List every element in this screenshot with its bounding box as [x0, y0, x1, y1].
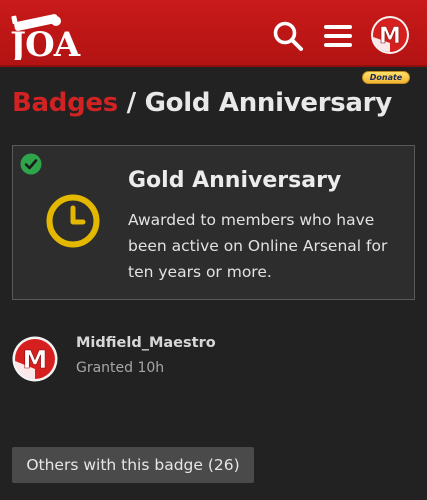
member-username-link[interactable]: Midfield_Maestro	[76, 335, 216, 351]
logo-text: JOA	[10, 25, 81, 60]
badge-card: Gold Anniversary Awarded to members who …	[12, 145, 415, 300]
breadcrumb-current: Gold Anniversary	[144, 88, 393, 118]
clock-icon	[46, 194, 100, 248]
granted-time: Granted 10h	[76, 360, 165, 376]
page-title: Badges / Gold Anniversary	[12, 88, 392, 118]
user-avatar-icon[interactable]: M	[370, 15, 410, 55]
member-avatar-icon[interactable]: M	[12, 336, 58, 382]
badge-name: Gold Anniversary	[128, 168, 342, 193]
site-logo[interactable]: JOA	[10, 8, 110, 60]
search-icon[interactable]	[272, 20, 304, 52]
breadcrumb-badges-link[interactable]: Badges	[12, 88, 118, 118]
donate-button[interactable]: Donate	[362, 71, 410, 84]
others-with-badge-button[interactable]: Others with this badge (26)	[12, 447, 254, 483]
check-circle-icon	[20, 153, 42, 175]
badge-description: Awarded to members who have been active …	[128, 211, 388, 281]
breadcrumb-separator: /	[117, 88, 145, 118]
hamburger-menu-icon[interactable]	[323, 22, 353, 50]
member-avatar-letter: M	[23, 345, 48, 374]
site-header: JOA M	[0, 0, 427, 67]
avatar-letter: M	[379, 24, 401, 49]
